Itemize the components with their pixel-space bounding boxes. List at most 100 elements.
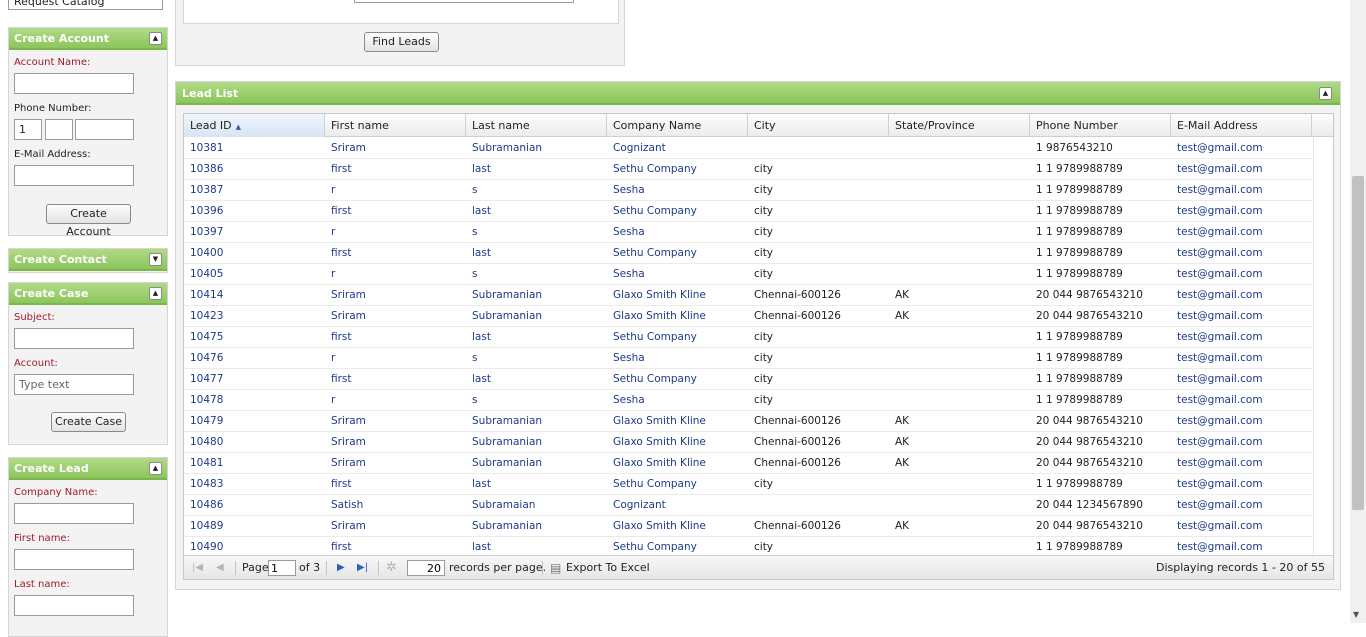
- cell-email-address[interactable]: test@gmail.com: [1171, 201, 1312, 222]
- scroll-down-arrow-icon[interactable]: ▼: [1353, 610, 1359, 619]
- cell-first-name[interactable]: Sriram: [325, 306, 466, 327]
- cell-company-name[interactable]: Glaxo Smith Kline: [607, 432, 748, 453]
- cell-last-name[interactable]: s: [466, 390, 607, 411]
- cell-lead-id[interactable]: 10397: [184, 222, 325, 243]
- cell-email-address[interactable]: test@gmail.com: [1171, 222, 1312, 243]
- create-case-header[interactable]: Create Case ▲: [9, 283, 167, 305]
- cell-lead-id[interactable]: 10483: [184, 474, 325, 495]
- page-scrollbar-thumb[interactable]: [1352, 176, 1364, 510]
- column-header-last-name[interactable]: Last name: [466, 114, 607, 137]
- find-leads-button[interactable]: Find Leads: [364, 32, 439, 52]
- next-page-icon[interactable]: ▶: [337, 556, 345, 580]
- table-row[interactable]: 10396 first last Sethu Company city 1 1 97899…: [184, 201, 1313, 222]
- cell-email-address[interactable]: test@gmail.com: [1171, 159, 1312, 180]
- cell-first-name[interactable]: first: [325, 159, 466, 180]
- create-account-button[interactable]: Create Account: [46, 204, 131, 238]
- records-per-page-input[interactable]: [407, 560, 445, 576]
- cell-company-name[interactable]: Sesha: [607, 180, 748, 201]
- cell-company-name[interactable]: Glaxo Smith Kline: [607, 411, 748, 432]
- cell-email-address[interactable]: test@gmail.com: [1171, 390, 1312, 411]
- first-page-icon[interactable]: |◀: [192, 556, 203, 580]
- cell-company-name[interactable]: Glaxo Smith Kline: [607, 285, 748, 306]
- phone-area-code-input[interactable]: [45, 119, 73, 140]
- cell-company-name[interactable]: Cognizant: [607, 138, 748, 159]
- cell-first-name[interactable]: r: [325, 348, 466, 369]
- column-header-first-name[interactable]: First name: [325, 114, 466, 137]
- cell-first-name[interactable]: Sriram: [325, 453, 466, 474]
- table-row[interactable]: 10477 first last Sethu Company city 1 1 97899…: [184, 369, 1313, 390]
- table-row[interactable]: 10387 r s Sesha city 1 1 9789988789 test@gmail…: [184, 180, 1313, 201]
- table-row[interactable]: 10381 Sriram Subramanian Cognizant 1 9876543…: [184, 138, 1313, 159]
- cell-lead-id[interactable]: 10400: [184, 243, 325, 264]
- cell-lead-id[interactable]: 10489: [184, 516, 325, 537]
- cell-first-name[interactable]: first: [325, 327, 466, 348]
- cell-last-name[interactable]: Subramanian: [466, 411, 607, 432]
- phone-country-code-input[interactable]: [14, 119, 42, 140]
- cell-email-address[interactable]: test@gmail.com: [1171, 138, 1312, 159]
- cell-last-name[interactable]: s: [466, 348, 607, 369]
- cell-last-name[interactable]: last: [466, 474, 607, 495]
- email-address-input[interactable]: [14, 165, 134, 186]
- cell-last-name[interactable]: last: [466, 201, 607, 222]
- cell-email-address[interactable]: test@gmail.com: [1171, 474, 1312, 495]
- cell-email-address[interactable]: test@gmail.com: [1171, 369, 1312, 390]
- account-input[interactable]: [14, 374, 134, 395]
- table-row[interactable]: 10386 first last Sethu Company city 1 1 97899…: [184, 159, 1313, 180]
- table-row[interactable]: 10479 Sriram Subramanian Glaxo Smith Kline C…: [184, 411, 1313, 432]
- column-header-lead-id[interactable]: Lead ID ▲: [184, 114, 325, 137]
- last-name-input[interactable]: [14, 595, 134, 616]
- cell-company-name[interactable]: Sesha: [607, 264, 748, 285]
- cell-company-name[interactable]: Sesha: [607, 222, 748, 243]
- cell-email-address[interactable]: test@gmail.com: [1171, 306, 1312, 327]
- create-account-header[interactable]: Create Account ▲: [9, 28, 167, 50]
- export-excel-icon[interactable]: ▤: [550, 556, 561, 580]
- request-catalog-select[interactable]: Request Catalog: [8, 0, 163, 10]
- cell-lead-id[interactable]: 10476: [184, 348, 325, 369]
- cell-lead-id[interactable]: 10414: [184, 285, 325, 306]
- search-criteria-input[interactable]: [354, 0, 574, 3]
- cell-email-address[interactable]: test@gmail.com: [1171, 432, 1312, 453]
- cell-first-name[interactable]: Sriram: [325, 138, 466, 159]
- cell-email-address[interactable]: test@gmail.com: [1171, 285, 1312, 306]
- cell-last-name[interactable]: last: [466, 327, 607, 348]
- refresh-icon[interactable]: ✲: [386, 556, 397, 580]
- cell-email-address[interactable]: test@gmail.com: [1171, 348, 1312, 369]
- column-header-company-name[interactable]: Company Name: [607, 114, 748, 137]
- cell-first-name[interactable]: first: [325, 243, 466, 264]
- cell-company-name[interactable]: Glaxo Smith Kline: [607, 453, 748, 474]
- collapse-icon[interactable]: ▲: [1319, 87, 1332, 100]
- account-name-input[interactable]: [14, 73, 134, 94]
- cell-company-name[interactable]: Sethu Company: [607, 159, 748, 180]
- cell-first-name[interactable]: r: [325, 180, 466, 201]
- subject-input[interactable]: [14, 328, 134, 349]
- cell-lead-id[interactable]: 10479: [184, 411, 325, 432]
- cell-email-address[interactable]: test@gmail.com: [1171, 495, 1312, 516]
- cell-first-name[interactable]: r: [325, 222, 466, 243]
- create-lead-header[interactable]: Create Lead ▲: [9, 458, 167, 480]
- cell-last-name[interactable]: Subramaian: [466, 495, 607, 516]
- table-row[interactable]: 10476 r s Sesha city 1 1 9789988789 test@gmail…: [184, 348, 1313, 369]
- table-row[interactable]: 10486 Satish Subramaian Cognizant 20 044 123…: [184, 495, 1313, 516]
- cell-company-name[interactable]: Cognizant: [607, 495, 748, 516]
- cell-last-name[interactable]: last: [466, 243, 607, 264]
- column-header-state-province[interactable]: State/Province: [889, 114, 1030, 137]
- page-number-input[interactable]: [268, 560, 296, 576]
- cell-email-address[interactable]: test@gmail.com: [1171, 327, 1312, 348]
- collapse-icon[interactable]: ▲: [149, 462, 162, 475]
- cell-email-address[interactable]: test@gmail.com: [1171, 243, 1312, 264]
- cell-lead-id[interactable]: 10405: [184, 264, 325, 285]
- cell-last-name[interactable]: s: [466, 180, 607, 201]
- table-row[interactable]: 10423 Sriram Subramanian Glaxo Smith Kline C…: [184, 306, 1313, 327]
- cell-lead-id[interactable]: 10423: [184, 306, 325, 327]
- column-header-city[interactable]: City: [748, 114, 889, 137]
- cell-first-name[interactable]: Satish: [325, 495, 466, 516]
- cell-first-name[interactable]: first: [325, 369, 466, 390]
- cell-first-name[interactable]: Sriram: [325, 432, 466, 453]
- cell-company-name[interactable]: Sethu Company: [607, 474, 748, 495]
- cell-first-name[interactable]: first: [325, 474, 466, 495]
- last-page-icon[interactable]: ▶|: [357, 556, 368, 580]
- cell-last-name[interactable]: Subramanian: [466, 138, 607, 159]
- cell-first-name[interactable]: r: [325, 390, 466, 411]
- cell-lead-id[interactable]: 10396: [184, 201, 325, 222]
- cell-first-name[interactable]: Sriram: [325, 411, 466, 432]
